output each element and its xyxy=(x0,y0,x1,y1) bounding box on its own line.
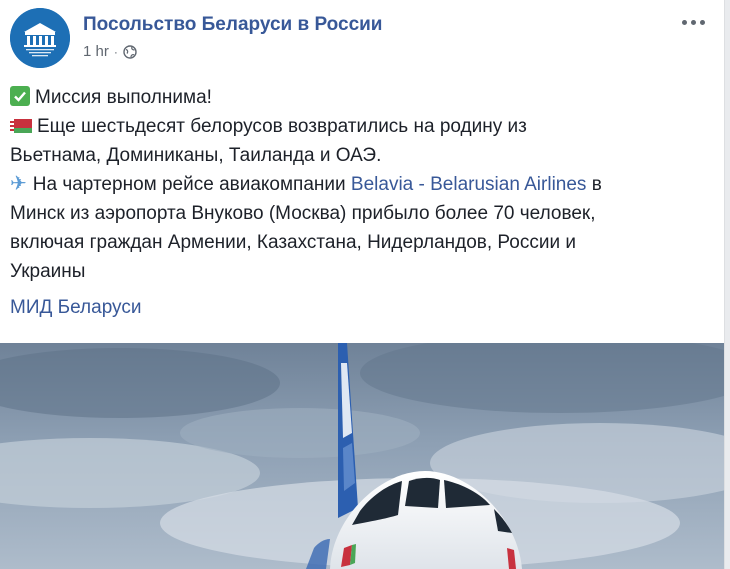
post-line: включая граждан Армении, Казахстана, Нид… xyxy=(10,228,715,257)
post-line: Вьетнама, Доминиканы, Таиланда и ОАЭ. xyxy=(10,141,715,170)
belavia-page-link[interactable]: Belavia - Belarusian Airlines xyxy=(351,174,587,195)
post-line: Миссия выполнима! xyxy=(10,83,715,112)
globe-icon[interactable] xyxy=(123,44,137,59)
more-options-icon[interactable] xyxy=(678,12,708,32)
post-line-text: в xyxy=(586,174,602,195)
meta-separator: · xyxy=(113,44,118,59)
page-avatar[interactable] xyxy=(10,8,70,68)
airplane-icon: ✈ xyxy=(10,173,27,195)
post-line-text: На чартерном рейсе авиакомпании xyxy=(32,174,351,195)
post-line-text: Миссия выполнима! xyxy=(35,87,212,108)
post-line-text: Вьетнама, Доминиканы, Таиланда и ОАЭ. xyxy=(10,145,382,166)
page-name-link[interactable]: Посольство Беларуси в России xyxy=(83,14,383,36)
post-line: ✈ На чартерном рейсе авиакомпании Belavia… xyxy=(10,170,715,199)
post-text: Миссия выполнима! Еще шестьдесят белорус… xyxy=(10,83,715,286)
post-line: Еще шестьдесят белорусов возвратились на… xyxy=(10,112,715,141)
airplane-photo xyxy=(0,343,724,569)
check-mark-icon xyxy=(10,86,30,106)
belarus-flag-icon xyxy=(10,119,32,133)
post-line: Минск из аэропорта Внуково (Москва) приб… xyxy=(10,199,715,228)
post-header: Посольство Беларуси в России 1 hr · xyxy=(10,8,710,72)
post-line-text: Украины xyxy=(10,261,86,282)
post-card: Посольство Беларуси в России 1 hr · Мисс… xyxy=(0,0,725,569)
post-line-text: включая граждан Армении, Казахстана, Нид… xyxy=(10,232,576,253)
post-timestamp[interactable]: 1 hr xyxy=(83,43,109,60)
post-meta: 1 hr · xyxy=(83,43,137,60)
embassy-logo-icon xyxy=(10,8,70,68)
post-line: Украины xyxy=(10,257,715,286)
post-line-text: Минск из аэропорта Внуково (Москва) приб… xyxy=(10,203,596,224)
post-line-text: Еще шестьдесят белорусов возвратились на… xyxy=(37,116,527,137)
mfa-belarus-link[interactable]: МИД Беларуси xyxy=(10,297,141,319)
post-photo[interactable] xyxy=(0,343,724,569)
